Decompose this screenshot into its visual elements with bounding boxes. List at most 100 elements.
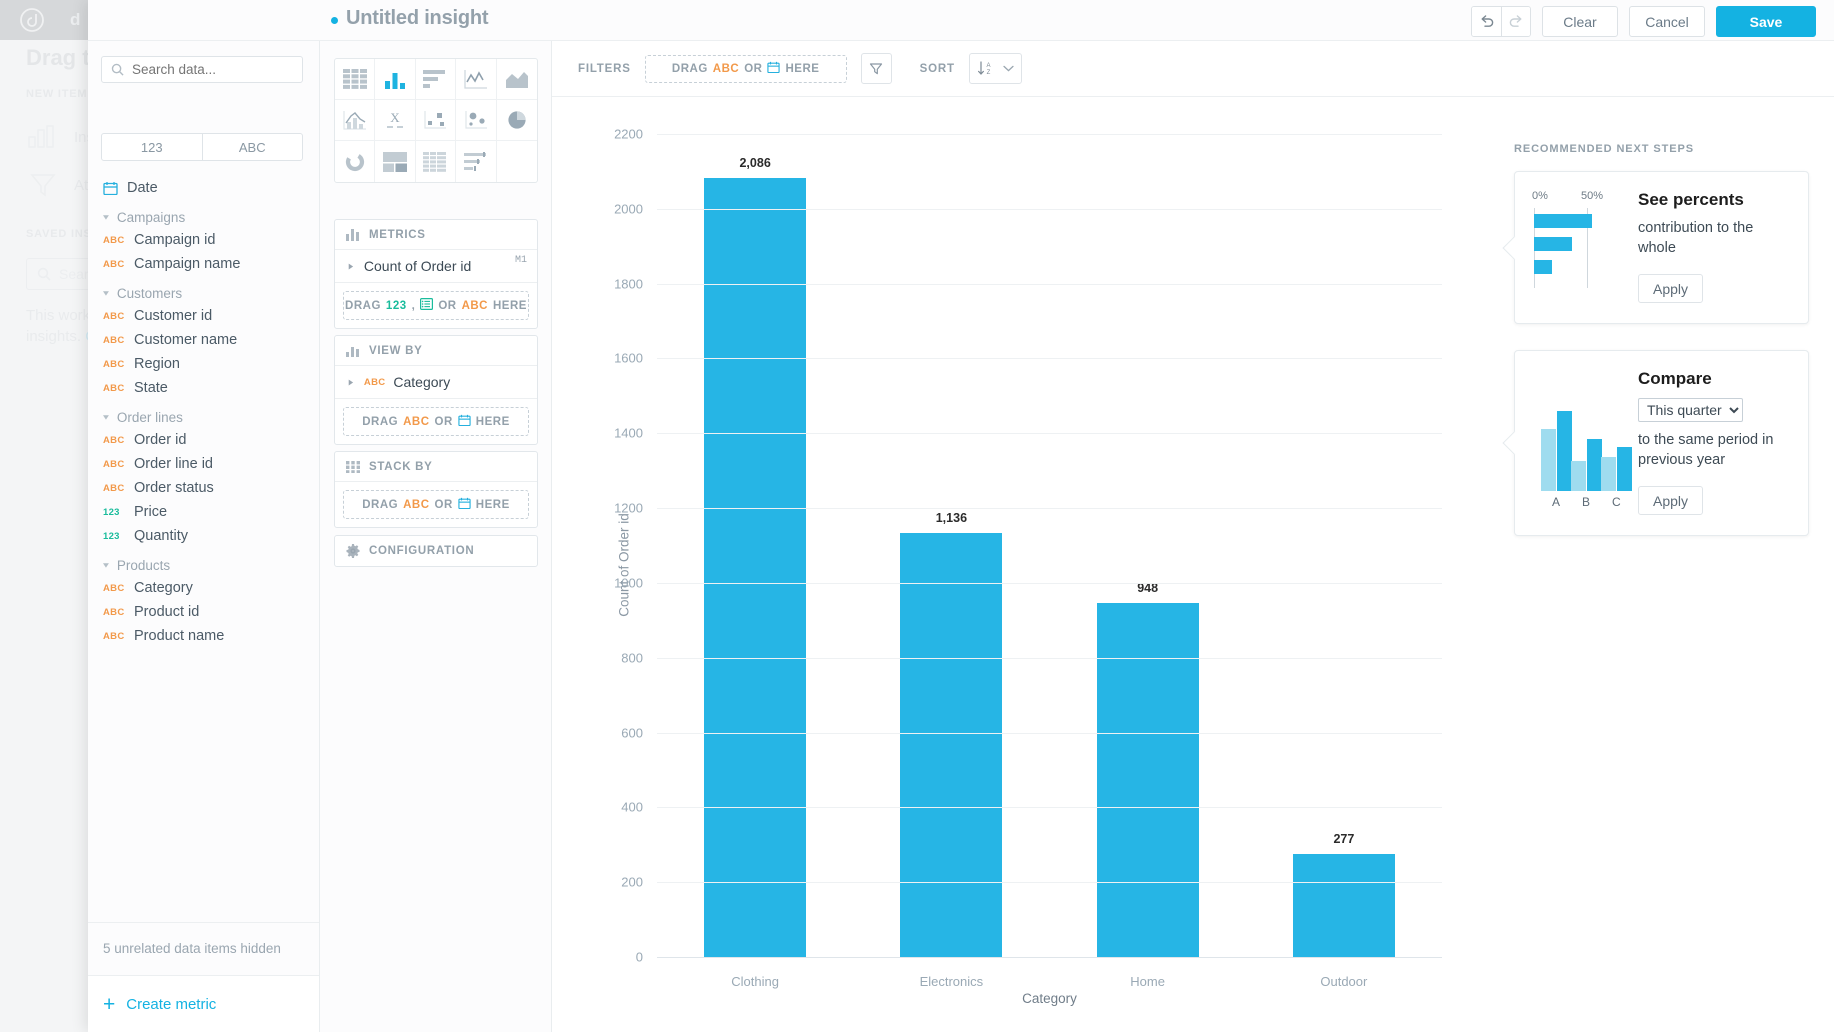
viz-type-bubble-chart[interactable] [456,100,497,141]
data-item-customer-id[interactable]: ABC Customer id [88,304,319,328]
metric-badge: M1 [514,255,527,266]
data-group-products[interactable]: ▼ Products [88,554,319,576]
viz-type-donut-chart[interactable] [335,141,376,182]
filter-button[interactable] [860,53,892,84]
chevron-down-icon: ▼ [101,212,111,222]
bar-column[interactable]: 277 Outdoor [1246,135,1442,989]
y-axis-tick-label: 2200 [614,126,643,142]
data-item-order-id[interactable]: ABC Order id [88,428,319,452]
viz-type-heatmap-chart[interactable] [416,141,457,182]
filters-dropzone[interactable]: DRAG ABC OR HERE [644,54,847,83]
thumb-tick-0: 0% [1532,190,1548,202]
data-item-label: Quantity [134,528,188,544]
data-item-price[interactable]: 123 Price [88,500,319,524]
x-axis-tick-label: Home [1130,974,1165,989]
sort-button[interactable]: AZ [968,53,1022,84]
bar[interactable] [704,177,807,958]
see-percents-body: See percents contribution to the whole A… [1638,190,1792,304]
application-root: d Drag to add NEW ITEM Insights Attribut… [0,0,1834,1032]
type-tag-abc-icon: ABC [103,258,125,270]
apply-button[interactable]: Apply [1638,486,1704,516]
bar-value-label: 2,086 [739,155,771,170]
undo-button[interactable] [1472,7,1501,36]
search-data-input[interactable] [132,62,282,77]
data-item-region[interactable]: ABC Region [88,352,319,376]
y-axis-tick-label: 1600 [614,350,643,366]
gridline: 2200 [614,127,1442,142]
page-title[interactable]: Untitled insight [346,7,489,30]
data-item-state[interactable]: ABC State [88,376,319,400]
data-group-campaigns[interactable]: ▼ Campaigns [88,206,319,228]
recommendation-card-see-percents[interactable]: 0% 50% See percents contribution to the … [1514,171,1809,325]
data-item-label: Product name [134,628,225,644]
cancel-button[interactable]: Cancel [1629,6,1705,37]
viz-type-scatter-chart[interactable] [415,100,457,141]
view-by-bucket-title: VIEW BY [369,344,423,357]
compare-thumbnail: A B C [1531,369,1632,509]
metrics-icon [346,228,359,241]
chevron-down-icon [1003,65,1014,72]
data-item-order-line-id[interactable]: ABC Order line id [88,452,319,476]
bar[interactable] [1096,603,1199,958]
filter-tab-numeric[interactable]: 123 [102,134,202,160]
gridline: 1000 [614,575,1442,590]
data-group-order-lines[interactable]: ▼ Order lines [88,406,319,428]
data-item-date[interactable]: Date [88,176,319,200]
data-group-customers[interactable]: ▼ Customers [88,282,319,304]
bar[interactable] [900,533,1003,958]
data-item-campaign-name[interactable]: ABC Campaign name [88,252,319,276]
bar-column[interactable]: 2,086 Clothing [657,135,853,989]
viz-type-line-chart[interactable] [456,59,497,100]
compare-period-select[interactable]: This quarterThis monthThis year [1638,398,1743,423]
bar[interactable] [1292,854,1395,958]
viz-type-treemap-chart[interactable] [375,141,416,182]
viz-type-combo-chart[interactable] [335,100,376,141]
type-tag-abc-icon: ABC [403,498,430,511]
viz-type-pie-chart[interactable] [496,100,537,141]
y-axis-tick-label: 400 [621,799,643,815]
filter-tab-text[interactable]: ABC [201,134,303,160]
gridline: 800 [621,650,1442,665]
type-tag-abc-icon: ABC [712,62,740,75]
data-item-product-name[interactable]: ABC Product name [88,624,319,648]
clear-button[interactable]: Clear [1542,6,1618,37]
data-item-product-id[interactable]: ABC Product id [88,600,319,624]
chevron-right-icon[interactable]: ▼ [347,377,355,387]
data-group-label: Products [116,557,171,573]
data-item-campaign-id[interactable]: ABC Campaign id [88,228,319,252]
bar-column[interactable]: 948 Home [1050,135,1246,989]
redo-icon [1509,15,1521,27]
type-tag-abc-icon: ABC [103,582,125,594]
viz-type-scatter-x-chart[interactable]: X [375,100,416,141]
data-item-list[interactable]: Date ▼ Campaigns ABC Campaign id ABC Cam… [88,176,319,922]
view-by-dropzone[interactable]: DRAG ABC OR HERE [343,407,529,436]
viz-type-bar-chart[interactable] [415,59,457,100]
viz-type-column-chart[interactable] [375,59,416,100]
metrics-dropzone[interactable]: DRAG 123 , OR ABC HERE [343,291,529,320]
background-brand-name: d [70,10,81,29]
redo-button[interactable] [1501,7,1530,36]
chevron-right-icon[interactable]: ▼ [347,261,355,271]
data-item-category[interactable]: ABC Category [88,576,319,600]
viz-type-bullet-chart[interactable] [456,141,497,182]
data-item-customer-name[interactable]: ABC Customer name [88,328,319,352]
view-by-item-category[interactable]: ▼ ABC Category [335,366,537,399]
recommendation-card-compare[interactable]: A B C Compare This quarterThis monthThis… [1514,350,1809,537]
stack-by-dropzone[interactable]: DRAG ABC OR HERE [343,490,529,519]
configuration-panel-button[interactable]: CONFIGURATION [334,535,538,567]
type-tag-number-icon: 123 [385,299,407,312]
apply-button[interactable]: Apply [1638,274,1704,304]
data-item-label: Product id [134,604,200,620]
save-button[interactable]: Save [1716,6,1816,37]
dropzone-or-label: OR [434,498,453,511]
bar-column[interactable]: 1,136 Electronics [853,135,1049,989]
metric-item-count-of-order-id[interactable]: ▼ Count of Order id M1 [335,250,537,283]
viz-type-table[interactable] [335,59,376,100]
data-item-order-status[interactable]: ABC Order status [88,476,319,500]
data-item-quantity[interactable]: 123 Quantity [88,524,319,548]
search-data-box[interactable] [101,56,303,83]
recommendations-heading: RECOMMENDED NEXT STEPS [1514,143,1694,155]
viz-type-area-chart[interactable] [496,59,537,100]
create-metric-button[interactable]: + Create metric [88,975,319,1032]
funnel-icon [26,170,60,200]
